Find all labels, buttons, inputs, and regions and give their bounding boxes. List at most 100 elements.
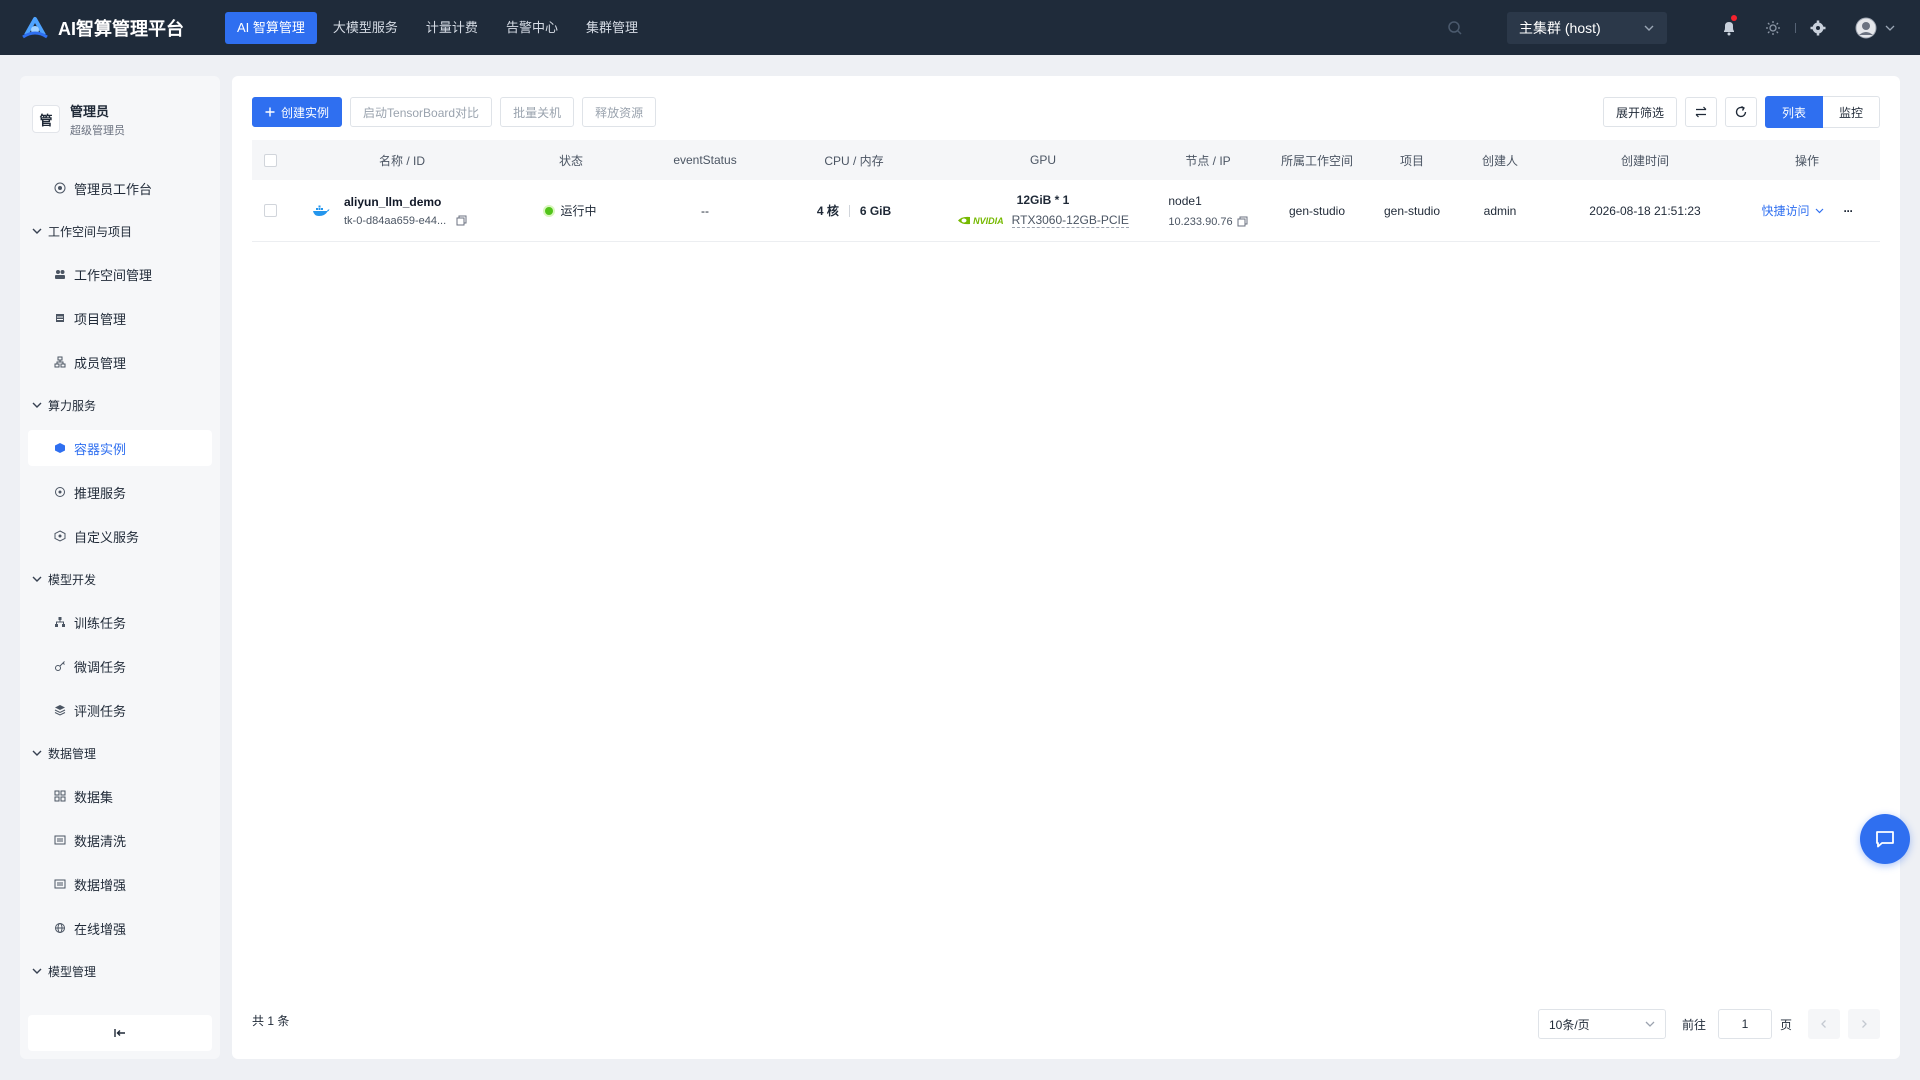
next-page-button[interactable] (1848, 1009, 1880, 1039)
release-resources-button[interactable]: 释放资源 (582, 97, 657, 127)
user-box: 管 管理员 超级管理员 (20, 76, 220, 146)
table-header: 名称 / ID 状态 eventStatus CPU / 内存 GPU 节点 /… (252, 140, 1880, 180)
sun-icon[interactable] (1751, 0, 1795, 55)
quick-access-dropdown[interactable]: 快捷访问 (1761, 202, 1823, 219)
sidebar-item-label: 项目管理 (74, 311, 127, 327)
org-icon (52, 354, 68, 370)
top-bar: AI智算管理平台 AI 智算管理 大模型服务 计量计费 告警中心 集群管理 主集… (0, 0, 1920, 55)
nav-item-billing[interactable]: 计量计费 (414, 12, 490, 44)
column-header-project: 项目 (1399, 153, 1424, 168)
more-actions-icon[interactable]: ··· (1844, 204, 1854, 218)
chat-button[interactable] (1860, 814, 1910, 864)
goto-suffix: 页 (1779, 1017, 1792, 1032)
sidebar-item-label: 工作空间管理 (74, 267, 153, 283)
sidebar-item-label: 数据集 (74, 789, 114, 805)
sidebar-item-custom-service[interactable]: 自定义服务 (28, 518, 212, 554)
user-role: 超级管理员 (70, 124, 125, 137)
copy-icon[interactable] (456, 215, 467, 226)
view-list-tab[interactable]: 列表 (1764, 96, 1823, 128)
quick-access-label: 快捷访问 (1761, 204, 1810, 218)
avatar (1855, 17, 1877, 39)
sidebar-item-member-mgmt[interactable]: 成员管理 (28, 344, 212, 380)
creator-cell: admin (1483, 203, 1517, 218)
sidebar-item-label: 自定义服务 (74, 529, 140, 545)
nav-item-ai-computing[interactable]: AI 智算管理 (225, 11, 317, 44)
sidebar-item-inference-service[interactable]: 推理服务 (28, 474, 212, 510)
chat-icon (1874, 828, 1896, 850)
sidebar-item-data-cleaning[interactable]: 数据清洗 (28, 822, 212, 858)
sidebar-item-label: 管理员工作台 (74, 181, 153, 197)
create-instance-button[interactable]: 创建实例 (252, 97, 343, 127)
swap-icon (1694, 105, 1708, 119)
tensorboard-compare-button[interactable]: 启动TensorBoard对比 (350, 97, 493, 127)
column-header-status: 状态 (558, 153, 583, 168)
gear-icon[interactable] (1796, 0, 1840, 55)
gpu-model[interactable]: RTX3060-12GB-PCIE (1011, 213, 1129, 228)
sidebar-item-project-mgmt[interactable]: 项目管理 (28, 300, 212, 336)
sidebar-item-workbench[interactable]: 管理员工作台 (28, 170, 212, 206)
gpu-cell: 12GiB * 1 NVIDIA RTX3060-12GB-PCIE (924, 180, 1162, 241)
hierarchy-icon (52, 614, 68, 630)
select-all-checkbox[interactable] (263, 153, 277, 167)
page-size-select[interactable]: 10条/页 (1537, 1009, 1666, 1039)
app-title: AI智算管理平台 (58, 18, 184, 39)
refresh-button[interactable] (1724, 97, 1757, 127)
view-switch: 列表 监控 (1764, 96, 1880, 128)
sidebar-item-dataset[interactable]: 数据集 (28, 778, 212, 814)
chevron-down-icon (1885, 23, 1895, 33)
column-header-cpu-memory: CPU / 内存 (824, 153, 884, 168)
sidebar-item-online-augment[interactable]: 在线增强 (28, 910, 212, 946)
instance-name[interactable]: aliyun_llm_demo (344, 195, 467, 209)
chevron-down-icon (32, 226, 42, 236)
view-monitor-tab[interactable]: 监控 (1822, 96, 1880, 128)
main-panel: 创建实例 启动TensorBoard对比 批量关机 释放资源 展开筛选 列表 监… (232, 76, 1900, 1059)
cluster-select[interactable]: 主集群 (host) (1507, 11, 1667, 44)
sidebar-item-evaluation[interactable]: 评测任务 (28, 692, 212, 728)
sidebar-item-finetune[interactable]: 微调任务 (28, 648, 212, 684)
sidebar-item-container-instance[interactable]: 容器实例 (28, 430, 212, 466)
workspace-cell: gen-studio (1288, 203, 1346, 218)
nav-item-alerts[interactable]: 告警中心 (494, 12, 570, 44)
copy-icon[interactable] (1237, 216, 1248, 227)
sidebar-item-data-augment[interactable]: 数据增强 (28, 866, 212, 902)
grid-icon (52, 788, 68, 804)
chevron-down-icon (32, 748, 42, 758)
user-menu[interactable] (1840, 0, 1910, 55)
nav-item-llm-service[interactable]: 大模型服务 (321, 12, 410, 44)
event-status-cell: -- (701, 203, 709, 218)
goto-prefix: 前往 (1681, 1017, 1706, 1032)
page-size-value: 10条/页 (1548, 1017, 1590, 1032)
instance-id: tk-0-d84aa659-e44... (344, 214, 447, 227)
status-badge: 运行中 (560, 204, 597, 218)
cpu-memory-cell: 4 核 6 GiB (784, 180, 924, 241)
created-at-cell: 2026-08-18 21:51:23 (1589, 203, 1701, 218)
sidebar-item-workspace-mgmt[interactable]: 工作空间管理 (28, 256, 212, 292)
chevron-left-icon (1819, 1019, 1829, 1029)
actions-cell: 快捷访问 ··· (1734, 180, 1880, 241)
pagination: 10条/页 前往 1 页 (1537, 1009, 1880, 1039)
sidebar-group-compute[interactable]: 算力服务 (20, 388, 220, 422)
column-settings-button[interactable] (1684, 97, 1717, 127)
list-icon (52, 310, 68, 326)
sidebar-group-model-mgmt[interactable]: 模型管理 (20, 954, 220, 988)
chevron-right-icon (1859, 1019, 1869, 1029)
search-icon[interactable] (1433, 0, 1477, 55)
sidebar-group-workspace[interactable]: 工作空间与项目 (20, 214, 220, 248)
column-header-gpu: GPU (1029, 153, 1056, 167)
app-logo[interactable]: AI智算管理平台 (20, 15, 205, 41)
sidebar-group-data[interactable]: 数据管理 (20, 736, 220, 770)
top-right-tools: 主集群 (host) (1433, 0, 1920, 55)
sidebar-item-training[interactable]: 训练任务 (28, 604, 212, 640)
expand-filter-button[interactable]: 展开筛选 (1602, 97, 1677, 127)
page-input[interactable]: 1 (1717, 1009, 1772, 1039)
chevron-down-icon (32, 400, 42, 410)
row-checkbox[interactable] (263, 204, 277, 217)
sidebar-item-label: 数据增强 (74, 877, 127, 893)
sidebar-collapse-button[interactable] (28, 1015, 212, 1051)
status-cell: 运行中 (516, 180, 626, 241)
bell-icon[interactable] (1707, 0, 1751, 55)
batch-shutdown-button[interactable]: 批量关机 (500, 97, 575, 127)
prev-page-button[interactable] (1808, 1009, 1840, 1039)
sidebar-group-model-dev[interactable]: 模型开发 (20, 562, 220, 596)
nav-item-cluster[interactable]: 集群管理 (574, 12, 650, 44)
